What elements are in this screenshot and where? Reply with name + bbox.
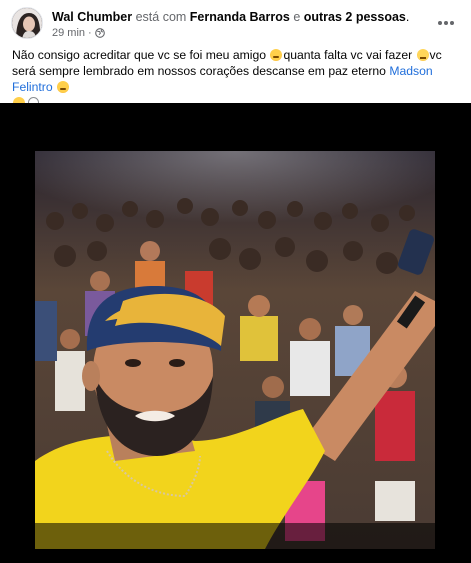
author-line: Wal Chumber está com Fernanda Barros e o… [52, 9, 409, 25]
meta-separator: · [88, 27, 92, 39]
post-text-part1: Não consigo acreditar que vc se foi meu … [12, 48, 270, 62]
globe-icon[interactable] [94, 28, 105, 38]
tagged-person[interactable]: Fernanda Barros [190, 10, 290, 24]
post-meta: 29 min · [52, 26, 105, 40]
period: . [405, 10, 410, 24]
post-text-part2: quanta falta vc vai fazer [283, 48, 416, 62]
post-photo[interactable] [35, 151, 435, 549]
crying-face-icon [57, 81, 70, 93]
crying-face-icon [270, 49, 283, 61]
selfie-crowd-image [35, 151, 435, 549]
sad-face-icon [416, 49, 429, 61]
more-options-button[interactable] [433, 10, 459, 36]
more-options-icon-dot [450, 21, 454, 25]
more-options-icon [438, 21, 442, 25]
avatar-image [12, 8, 42, 38]
more-options-icon-dot [444, 21, 448, 25]
post-text: Não consigo acreditar que vc se foi meu … [12, 47, 452, 111]
and-text: e [293, 10, 301, 24]
post-time[interactable]: 29 min [52, 26, 85, 40]
post-header: Wal Chumber está com Fernanda Barros e o… [0, 0, 471, 44]
with-text: está com [135, 10, 187, 24]
author-name[interactable]: Wal Chumber [52, 10, 132, 24]
tagged-others[interactable]: outras 2 pessoas [304, 10, 406, 24]
author-avatar[interactable] [11, 7, 43, 39]
